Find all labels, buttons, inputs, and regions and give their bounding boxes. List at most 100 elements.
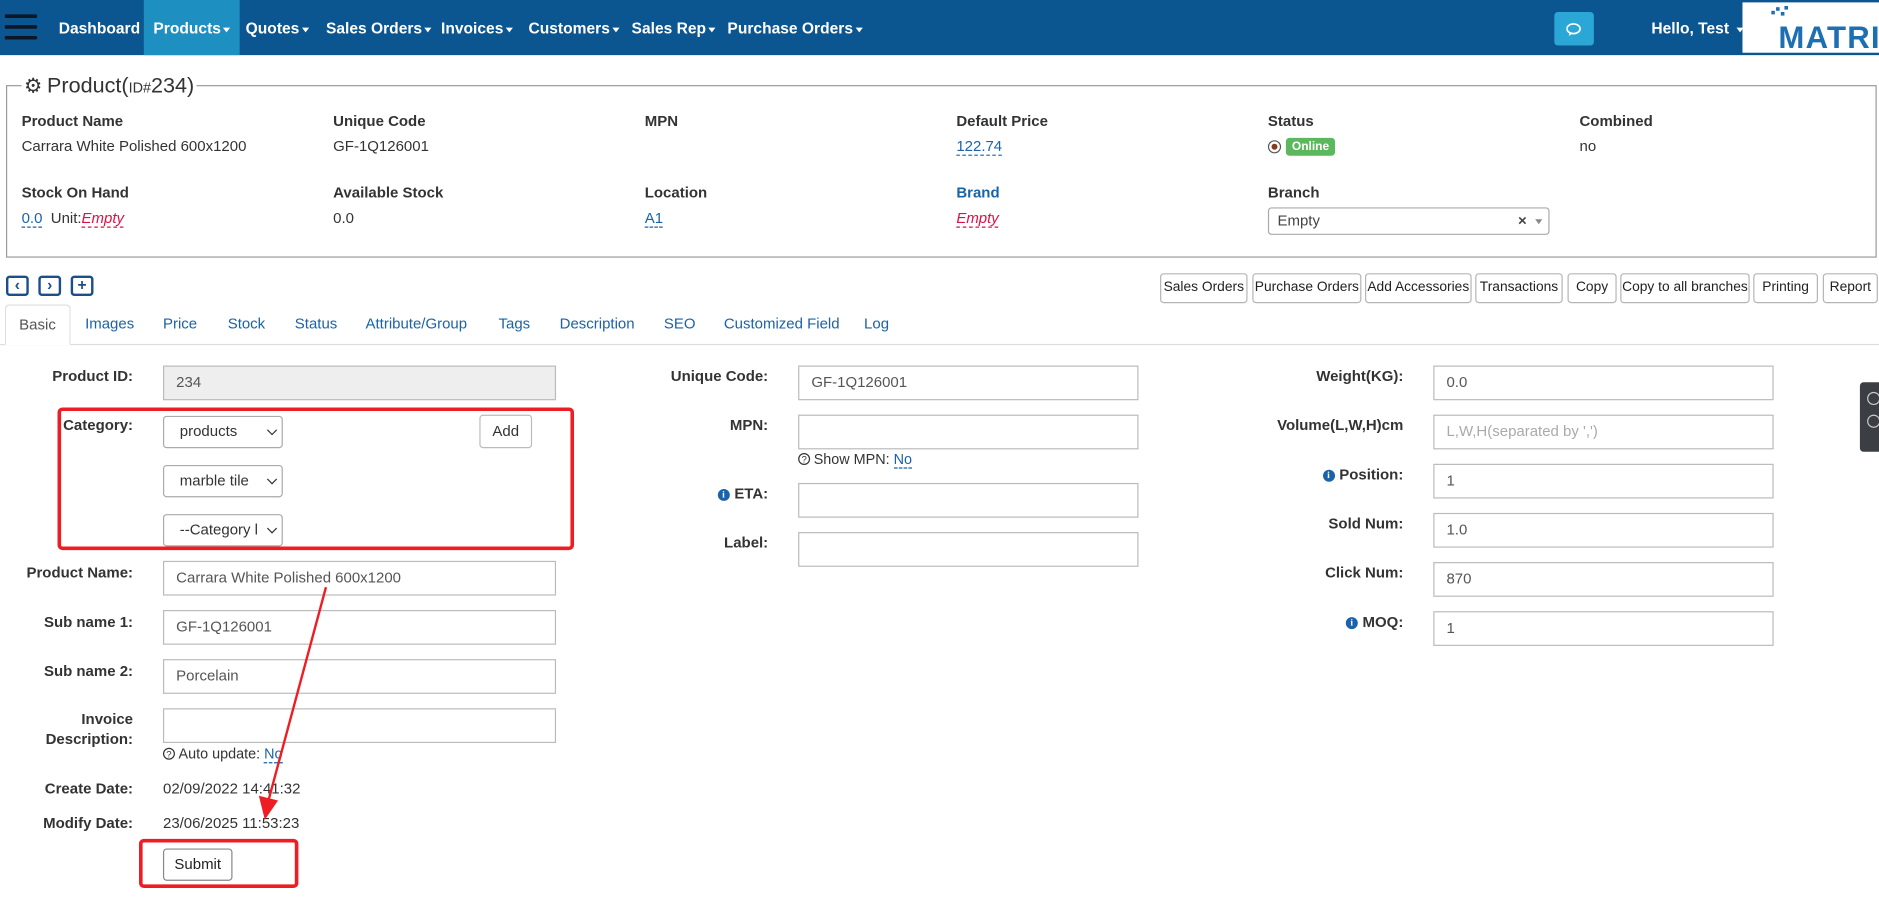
nav-sales-rep-label: Sales Rep <box>631 19 707 38</box>
sub-name-2-input[interactable]: Porcelain <box>162 659 557 694</box>
summary-default-price[interactable]: 122.74 <box>956 137 1003 156</box>
nav-purchase-orders[interactable]: Purchase Orders <box>727 0 863 55</box>
position-input[interactable]: 1 <box>1433 463 1774 499</box>
unique-code-label: Unique Code: <box>670 367 769 385</box>
status-radio[interactable] <box>1267 140 1282 154</box>
logo-text: MATRICL <box>1778 19 1879 53</box>
tab-attribute-group[interactable]: Attribute/Group <box>366 304 468 345</box>
chevron-left-icon: ‹ <box>14 275 20 294</box>
summary-combined-label: Combined <box>1579 112 1653 130</box>
summary-brand-value[interactable]: Empty <box>956 209 999 228</box>
scroll-down-icon[interactable] <box>1867 414 1879 428</box>
summary-location[interactable]: A1 <box>644 209 664 228</box>
caret-down-icon <box>612 27 620 32</box>
tabs-divider <box>0 343 1879 346</box>
transactions-button[interactable]: Transactions <box>1475 273 1563 304</box>
auto-update-label: Auto update: <box>178 745 261 763</box>
nav-sales-orders[interactable]: Sales Orders <box>326 0 432 55</box>
mpn-input[interactable] <box>798 414 1139 450</box>
create-date-label: Create Date: <box>44 780 134 797</box>
tab-stock[interactable]: Stock <box>228 304 265 345</box>
sold-num-input[interactable]: 1.0 <box>1433 512 1774 548</box>
user-menu[interactable]: Hello, Test <box>1651 0 1744 58</box>
scroll-up-icon[interactable] <box>1867 391 1879 406</box>
copy-button[interactable]: Copy <box>1567 273 1617 304</box>
nav-purchase-orders-label: Purchase Orders <box>727 19 853 38</box>
purchase-orders-button[interactable]: Purchase Orders <box>1252 273 1362 304</box>
hamburger-menu-icon[interactable] <box>4 14 38 40</box>
info-icon: i <box>1345 617 1358 630</box>
summary-product-name: Carrara White Polished 600x1200 <box>21 137 247 155</box>
caret-down-icon <box>708 27 716 32</box>
sales-orders-button[interactable]: Sales Orders <box>1160 273 1248 304</box>
tab-price[interactable]: Price <box>163 304 197 345</box>
printing-button[interactable]: Printing <box>1753 273 1818 304</box>
product-name-label: Product Name: <box>26 564 134 582</box>
summary-status-label: Status <box>1267 112 1314 130</box>
nav-products-label: Products <box>153 19 221 38</box>
moq-input[interactable]: 1 <box>1433 611 1774 646</box>
report-button[interactable]: Report <box>1822 273 1878 304</box>
invoice-description-input[interactable] <box>162 708 557 744</box>
sub-name-1-input[interactable]: GF-1Q126001 <box>162 609 557 645</box>
unique-code-input[interactable]: GF-1Q126001 <box>798 365 1139 401</box>
weight-input[interactable]: 0.0 <box>1433 365 1774 401</box>
mpn-label: MPN: <box>729 417 769 434</box>
summary-location-label: Location <box>644 184 708 202</box>
nav-quotes[interactable]: Quotes <box>246 0 309 55</box>
product-name-input[interactable]: Carrara White Polished 600x1200 <box>162 560 557 596</box>
next-product-button[interactable]: › <box>38 275 62 297</box>
summary-available-stock: 0.0 <box>333 209 354 227</box>
tab-images[interactable]: Images <box>85 304 134 345</box>
product-id-prefix: ID# <box>128 79 151 96</box>
previous-product-button[interactable]: ‹ <box>5 275 29 297</box>
eta-label: i ETA: <box>717 485 768 502</box>
invoice-description-label-line2: Description: <box>45 731 134 748</box>
eta-input[interactable] <box>798 482 1139 518</box>
summary-brand-label: Brand <box>956 184 1000 202</box>
app-root: Dashboard Products Quotes Sales Orders I… <box>0 0 1879 902</box>
company-logo[interactable]: MATRICL <box>1742 2 1879 53</box>
click-num-input[interactable]: 870 <box>1433 562 1774 597</box>
chat-button[interactable] <box>1554 11 1594 46</box>
nav-customers[interactable]: Customers <box>528 0 620 55</box>
nav-products[interactable]: Products <box>143 0 241 56</box>
product-id-field: 234 <box>162 365 557 401</box>
product-id-label: Product ID: <box>52 367 134 385</box>
show-mpn-value[interactable]: No <box>893 450 913 469</box>
create-date-value: 02/09/2022 14:41:32 <box>162 780 301 797</box>
summary-stock-row: 0.0 Unit:Empty <box>21 209 124 228</box>
nav-invoices[interactable]: Invoices <box>441 0 513 55</box>
nav-dashboard[interactable]: Dashboard <box>59 0 140 55</box>
volume-input[interactable]: L,W,H(separated by ',') <box>1433 414 1774 450</box>
sold-num-label: Sold Num: <box>1328 515 1404 533</box>
scroll-widget[interactable] <box>1859 382 1879 452</box>
label-input[interactable] <box>798 532 1139 567</box>
tab-customized-field[interactable]: Customized Field <box>724 304 840 345</box>
branch-select[interactable]: Empty × <box>1267 207 1550 235</box>
gears-icon: ⚙ <box>23 74 43 98</box>
question-circle-icon: ? <box>798 452 811 465</box>
tab-basic[interactable]: Basic <box>4 304 71 346</box>
nav-quotes-label: Quotes <box>245 19 300 38</box>
copy-to-all-branches-button[interactable]: Copy to all branches <box>1620 273 1750 304</box>
clear-icon[interactable]: × <box>1518 209 1527 234</box>
auto-update-value[interactable]: No <box>264 745 283 764</box>
tab-status[interactable]: Status <box>295 304 337 345</box>
summary-unit-label: Unit: <box>50 209 82 227</box>
tab-seo[interactable]: SEO <box>664 304 696 345</box>
summary-unit-value[interactable]: Empty <box>81 209 124 228</box>
sub-name-1-label: Sub name 1: <box>43 613 134 631</box>
weight-label: Weight(KG): <box>1316 367 1404 385</box>
add-accessories-button[interactable]: Add Accessories <box>1364 273 1472 304</box>
user-greeting: Hello, Test <box>1651 19 1730 38</box>
summary-stock-on-hand-label: Stock On Hand <box>21 184 129 202</box>
nav-sales-rep[interactable]: Sales Rep <box>632 0 716 55</box>
add-product-button[interactable]: + <box>70 275 94 297</box>
status-badge: Online <box>1285 138 1336 157</box>
tab-log[interactable]: Log <box>864 304 889 345</box>
summary-stock-on-hand[interactable]: 0.0 <box>21 209 43 228</box>
tab-tags[interactable]: Tags <box>499 304 531 345</box>
summary-branch-label: Branch <box>1267 184 1320 202</box>
tab-description[interactable]: Description <box>560 304 635 345</box>
